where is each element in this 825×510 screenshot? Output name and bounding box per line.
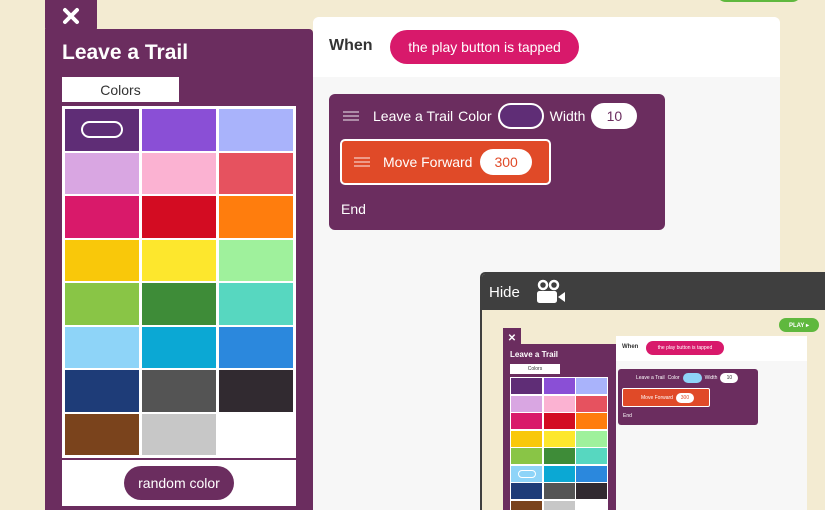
preview-header: Hide bbox=[482, 274, 825, 310]
preview-color-swatch bbox=[576, 378, 607, 394]
move-forward-value[interactable]: 300 bbox=[480, 149, 532, 175]
preview-when-label: When bbox=[622, 344, 639, 350]
selected-swatch-indicator bbox=[81, 121, 123, 139]
preview-color-swatch bbox=[511, 413, 542, 429]
color-swatch[interactable] bbox=[142, 239, 216, 281]
preview-color-swatch bbox=[511, 395, 542, 412]
preview-color-swatch bbox=[543, 430, 575, 447]
tab-colors[interactable]: Colors bbox=[62, 77, 179, 102]
preview-leave-trail-block: Leave a Trail Color Width 10 bbox=[618, 369, 758, 387]
preview-color-swatch bbox=[511, 465, 542, 482]
color-swatch[interactable] bbox=[219, 109, 293, 151]
color-label: Color bbox=[458, 107, 492, 124]
color-swatch[interactable] bbox=[219, 326, 293, 368]
preview-color-chip bbox=[682, 373, 702, 383]
leave-a-trail-panel: Leave a Trail Colors random color bbox=[45, 29, 313, 510]
color-swatch[interactable] bbox=[219, 283, 293, 325]
color-swatch[interactable] bbox=[219, 413, 293, 455]
preview-play-button: PLAY ▸ bbox=[779, 318, 819, 332]
trigger-pill[interactable]: the play button is tapped bbox=[390, 30, 579, 64]
color-swatch-grid bbox=[65, 109, 293, 455]
drag-handle-icon[interactable] bbox=[343, 110, 359, 121]
code-block[interactable]: Leave a Trail Color Width 10 Move Forwar… bbox=[329, 94, 665, 230]
close-panel-button[interactable] bbox=[45, 0, 97, 32]
preview-leave-trail-label: Leave a Trail bbox=[636, 375, 665, 381]
preview-color-swatch bbox=[511, 430, 542, 447]
preview-panel-title: Leave a Trail bbox=[510, 350, 559, 359]
preview-color-swatch bbox=[576, 465, 607, 482]
preview-color-swatch bbox=[511, 483, 542, 499]
color-swatch[interactable] bbox=[219, 196, 293, 238]
width-value[interactable]: 10 bbox=[591, 102, 638, 129]
camera-icon[interactable] bbox=[534, 279, 568, 305]
width-label: Width bbox=[549, 107, 586, 124]
random-color-button[interactable]: random color bbox=[124, 466, 234, 500]
color-swatch[interactable] bbox=[142, 152, 216, 194]
preview-move-forward-label: Move Forward bbox=[641, 394, 673, 401]
preview-color-swatch bbox=[511, 378, 542, 394]
color-swatch[interactable] bbox=[65, 152, 139, 194]
when-bar: When the play button is tapped bbox=[313, 17, 780, 77]
preview-color-swatch bbox=[576, 413, 607, 429]
color-swatch[interactable] bbox=[65, 283, 139, 325]
preview-color-label: Color bbox=[667, 375, 680, 381]
preview-color-swatch bbox=[543, 378, 575, 394]
color-swatch[interactable] bbox=[65, 326, 139, 368]
color-swatch-area bbox=[62, 106, 296, 458]
preview-color-swatch bbox=[576, 430, 607, 447]
color-swatch[interactable] bbox=[65, 109, 139, 151]
preview-color-swatch bbox=[511, 500, 542, 510]
color-swatch[interactable] bbox=[219, 370, 293, 412]
color-swatch[interactable] bbox=[142, 326, 216, 368]
color-swatch[interactable] bbox=[219, 152, 293, 194]
color-swatch[interactable] bbox=[219, 239, 293, 281]
color-swatch[interactable] bbox=[142, 370, 216, 412]
preview-selected-indicator bbox=[517, 469, 536, 478]
preview-when-bar: When the play button is tapped bbox=[616, 336, 807, 361]
preview-color-swatch bbox=[543, 483, 575, 499]
preview-trigger-pill: the play button is tapped bbox=[646, 341, 724, 355]
preview-move-forward-value: 300 bbox=[675, 392, 694, 403]
color-swatch[interactable] bbox=[142, 413, 216, 455]
preview-color-swatch bbox=[543, 413, 575, 429]
hide-button[interactable]: Hide bbox=[489, 284, 520, 301]
random-color-area: random color bbox=[62, 460, 296, 506]
panel-title: Leave a Trail bbox=[62, 41, 189, 64]
preview-color-swatch bbox=[576, 395, 607, 412]
play-button[interactable] bbox=[716, 0, 802, 2]
preview-colors-tab: Colors bbox=[510, 364, 560, 374]
preview-color-swatch bbox=[543, 395, 575, 412]
color-swatch[interactable] bbox=[65, 370, 139, 412]
color-swatch[interactable] bbox=[142, 109, 216, 151]
preview-color-swatch bbox=[543, 465, 575, 482]
preview-move-forward-block: Move Forward 300 bbox=[622, 388, 710, 407]
color-swatch[interactable] bbox=[142, 283, 216, 325]
when-label: When bbox=[329, 37, 373, 54]
move-forward-block[interactable]: Move Forward 300 bbox=[340, 139, 551, 185]
color-swatch[interactable] bbox=[65, 413, 139, 455]
leave-trail-label: Leave a Trail bbox=[373, 107, 454, 124]
drag-handle-icon[interactable] bbox=[354, 157, 370, 167]
preview-color-swatch bbox=[576, 500, 607, 510]
move-forward-label: Move Forward bbox=[383, 154, 473, 170]
leave-trail-block[interactable]: Leave a Trail Color Width 10 bbox=[329, 94, 665, 137]
preview-code-block: Leave a Trail Color Width 10 Move Forwar… bbox=[618, 369, 758, 425]
preview-swatch-grid bbox=[510, 377, 608, 510]
preview-end-label: End bbox=[623, 413, 632, 419]
preview-color-swatch bbox=[543, 500, 575, 510]
preview-panel: Leave a Trail Colors bbox=[503, 344, 616, 510]
close-icon bbox=[63, 8, 79, 24]
color-swatch[interactable] bbox=[65, 239, 139, 281]
preview-color-swatch bbox=[543, 448, 575, 464]
trail-color-chip[interactable] bbox=[497, 102, 544, 129]
color-swatch[interactable] bbox=[142, 196, 216, 238]
preview-color-swatch bbox=[511, 448, 542, 464]
preview-color-swatch bbox=[576, 448, 607, 464]
preview-width-value: 10 bbox=[720, 373, 739, 383]
color-swatch[interactable] bbox=[65, 196, 139, 238]
preview-color-swatch bbox=[576, 483, 607, 499]
end-label: End bbox=[341, 201, 366, 217]
preview-width-label: Width bbox=[704, 375, 718, 381]
